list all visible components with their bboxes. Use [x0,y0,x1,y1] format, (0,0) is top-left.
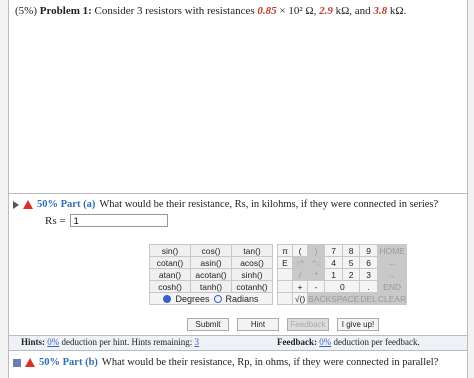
key-asin[interactable]: asin() [190,256,232,269]
key-pi[interactable]: π [277,244,293,257]
key-acos[interactable]: acos() [231,256,273,269]
r2-value: 2.9 [319,5,333,17]
r1-value: 0.85 [257,5,277,17]
hints-remaining: 3 [194,337,200,347]
key-acotan[interactable]: acotan() [190,268,232,281]
r3-unit: kΩ. [389,5,407,17]
angle-mode: Degrees Radians [150,293,272,304]
hints-info: Hints: 0% deduction per hint. Hints rema… [21,337,199,347]
key-0[interactable]: 0 [324,280,361,293]
key-cotan[interactable]: cotan() [149,256,191,269]
submit-button[interactable]: Submit [187,318,229,331]
key-home[interactable]: HOME [376,244,408,257]
part-b-question: What would be their resistance, Rp, in o… [101,357,439,368]
hints-text: deduction per hint. Hints remaining: [61,337,193,347]
key-9[interactable]: 9 [359,244,378,257]
key-del[interactable]: DEL [359,292,378,305]
key-superscript-up[interactable]: ↑^ [292,256,308,269]
hints-bar: Hints: 0% deduction per hint. Hints rema… [9,335,467,351]
key-minus[interactable]: - [306,280,326,293]
key-sqrt[interactable]: √() [292,292,308,305]
key-sinh[interactable]: sinh() [231,268,273,281]
problem-weight: (5%) [15,5,37,17]
key-8[interactable]: 8 [341,244,361,257]
divider [9,193,467,194]
key-clear[interactable]: CLEAR [376,292,408,305]
key-tan[interactable]: tan() [231,244,273,257]
key-blank [277,292,293,305]
key-backspace[interactable]: BACKSPACE [306,292,361,305]
hints-label: Hints: [21,337,46,347]
part-a-question: What would be their resistance, Rs, in k… [99,199,439,210]
problem-statement: (5%) Problem 1: Consider 3 resistors wit… [15,5,465,17]
key-cos[interactable]: cos() [190,244,232,257]
warning-icon [23,200,33,209]
r3-value: 3.8 [373,5,388,17]
collapse-arrow-icon[interactable] [13,200,19,209]
key-plus[interactable]: + [292,280,308,293]
key-divide[interactable]: / [292,268,308,281]
feedback-info: Feedback: 0% deduction per feedback. [277,337,420,347]
key-end[interactable]: END [376,280,408,293]
degrees-radio[interactable] [163,294,172,303]
key-blank [277,280,293,293]
part-a-header[interactable]: 50% Part (a) What would be their resista… [13,199,438,210]
keypad: sin() cos() tan() π ( ) 7 8 9 HOME cotan… [149,244,408,305]
warning-icon [25,358,35,367]
key-7[interactable]: 7 [324,244,343,257]
key-open-paren[interactable]: ( [292,244,308,257]
key-3[interactable]: 3 [359,268,378,281]
radians-radio[interactable] [213,294,222,303]
key-2[interactable]: 2 [341,268,361,281]
problem-text: Consider 3 resistors with resistances [94,5,255,17]
degrees-label: Degrees [175,293,210,304]
feedback-text: deduction per feedback. [333,337,420,347]
answer-row: Rs = [45,214,168,227]
key-1[interactable]: 1 [324,268,343,281]
key-decimal[interactable]: . [359,280,378,293]
key-cosh[interactable]: cosh() [149,280,191,293]
hints-percent: 0% [47,337,60,347]
key-blank [277,268,293,281]
radians-label: Radians [225,293,259,304]
key-right[interactable]: → [376,268,408,281]
key-left[interactable]: ← [376,256,408,269]
key-cotanh[interactable]: cotanh() [231,280,273,293]
key-5[interactable]: 5 [341,256,361,269]
key-sin[interactable]: sin() [149,244,191,257]
key-atan[interactable]: atan() [149,268,191,281]
r1-unit: × 10² Ω, [279,5,317,17]
answer-input[interactable] [69,214,168,227]
give-up-button[interactable]: I give up! [337,318,379,331]
expand-icon[interactable] [13,358,21,367]
key-e[interactable]: E [277,256,293,269]
key-tanh[interactable]: tanh() [190,280,232,293]
feedback-label: Feedback: [277,337,317,347]
hint-button[interactable]: Hint [237,318,279,331]
feedback-percent: 0% [319,337,332,347]
key-superscript-down[interactable]: ^↓ [306,256,326,269]
key-4[interactable]: 4 [324,256,343,269]
problem-frame: (5%) Problem 1: Consider 3 resistors wit… [8,0,468,378]
answer-label: Rs = [45,214,66,227]
problem-label: Problem 1: [39,5,92,17]
part-b-header[interactable]: 50% Part (b) What would be their resista… [13,357,438,368]
action-buttons: Submit Hint Feedback I give up! [187,318,379,331]
key-6[interactable]: 6 [359,256,378,269]
key-multiply[interactable]: * [306,268,326,281]
feedback-button[interactable]: Feedback [287,318,329,331]
part-a-percent: 50% Part (a) [37,199,96,210]
r2-unit: kΩ, and [335,5,371,17]
part-b-percent: 50% Part (b) [39,357,98,368]
key-close-paren[interactable]: ) [306,244,326,257]
